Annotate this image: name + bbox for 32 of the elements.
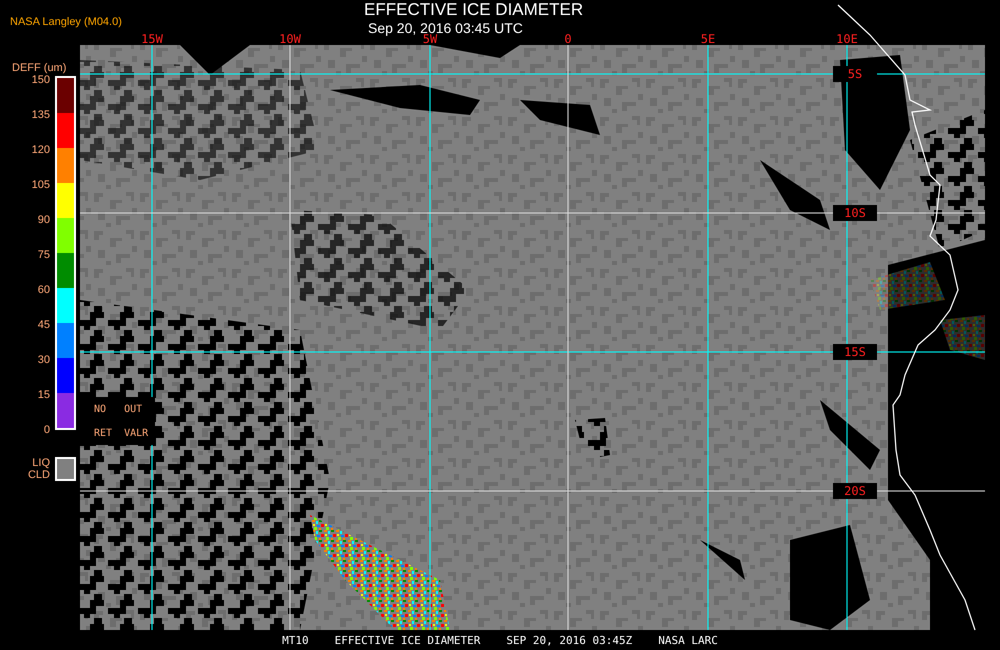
tick-label: 15 xyxy=(36,388,50,402)
flag-label: NO RET xyxy=(94,402,112,440)
tick-label: 90 xyxy=(36,213,50,227)
longitude-label: 10E xyxy=(835,32,859,46)
footer-text: MT10 xyxy=(282,633,309,649)
longitude-label: 5E xyxy=(700,32,716,46)
legend-label: LIQ CLD xyxy=(26,457,50,481)
producer-label: NASA Langley (M04.0) xyxy=(10,16,122,28)
latitude-label: 10S xyxy=(833,205,877,221)
legend-title: DEFF (um) xyxy=(11,61,68,75)
latitude-label: 5S xyxy=(833,66,877,82)
tick-label: 150 xyxy=(30,74,50,87)
footer-text: SEP 20, 2016 03:45Z xyxy=(506,633,632,649)
footer-text: NASA LARC xyxy=(658,633,718,649)
chart-title: EFFECTIVE ICE DIAMETER xyxy=(364,0,584,20)
footer-text: EFFECTIVE ICE DIAMETER xyxy=(334,633,480,649)
tick-label: 60 xyxy=(36,283,50,297)
tick-label: 135 xyxy=(30,108,50,122)
liquid-cloud-swatch xyxy=(55,457,76,481)
tick-label: 120 xyxy=(30,143,50,157)
tick-label: 45 xyxy=(36,318,50,332)
flag-label: OUT VALR xyxy=(124,402,148,440)
tick-label: 75 xyxy=(36,248,50,262)
longitude-label: 10W xyxy=(278,32,302,46)
longitude-label: 5W xyxy=(422,32,438,46)
longitude-label: 15W xyxy=(140,32,164,46)
latitude-label: 20S xyxy=(833,483,877,499)
latitude-label: 15S xyxy=(833,344,877,360)
tick-label: 105 xyxy=(30,178,50,192)
tick-label: 30 xyxy=(36,353,50,367)
longitude-label: 0 xyxy=(563,32,573,46)
tick-label: 0 xyxy=(42,423,50,437)
